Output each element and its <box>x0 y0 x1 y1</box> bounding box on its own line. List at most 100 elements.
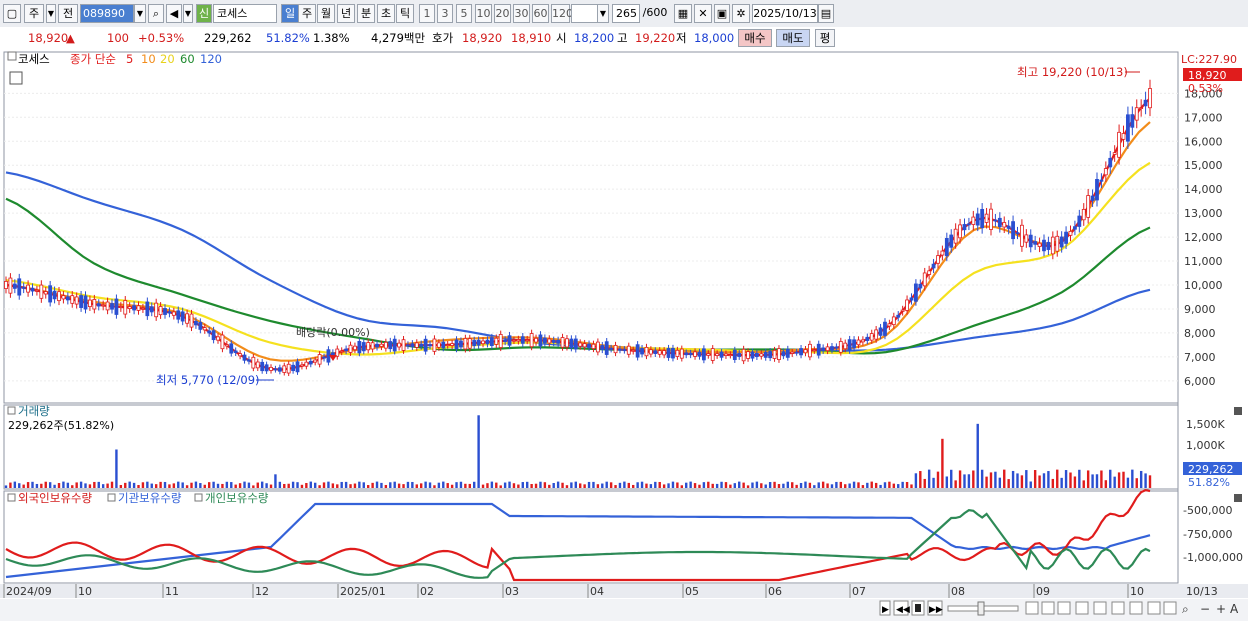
tf-button-4[interactable]: 분 <box>357 4 375 23</box>
interval-button-3[interactable]: 3 <box>437 4 453 23</box>
tf-button-3[interactable]: 년 <box>337 4 355 23</box>
tf-button-5[interactable]: 초 <box>377 4 395 23</box>
chart-settings-icon[interactable]: ▦ <box>674 4 692 23</box>
candle-body <box>609 347 614 350</box>
count-input[interactable]: 265 <box>612 4 640 23</box>
x-axis-label: 02 <box>420 585 434 598</box>
change-pct: +0.53% <box>138 31 185 45</box>
volume-bar <box>389 482 392 488</box>
candle-body <box>931 263 936 269</box>
x-axis-label: 06 <box>768 585 782 598</box>
candle-body <box>869 333 874 341</box>
candle-body <box>194 320 198 326</box>
tf-button-2[interactable]: 월 <box>317 4 335 23</box>
volume-bar <box>44 481 47 488</box>
volume-bar <box>609 482 613 488</box>
period-dropdown-icon[interactable]: ▼ <box>46 4 56 23</box>
table-icon[interactable] <box>9 71 23 85</box>
candle-body <box>43 291 48 295</box>
candle-body <box>1024 234 1029 243</box>
candle-body <box>887 323 892 327</box>
y-tick-label: 15,000 <box>1184 159 1223 172</box>
interval-button-1[interactable]: 1 <box>419 4 435 23</box>
candle-body <box>874 329 879 340</box>
x-axis-end-label: 10/13 <box>1186 585 1218 598</box>
volume-bar <box>1016 473 1019 488</box>
high-label: 고 <box>617 31 628 45</box>
legend-ma60: 60 <box>180 52 195 66</box>
interval-button-120[interactable]: 120 <box>551 4 573 23</box>
interval-button-10[interactable]: 10 <box>475 4 492 23</box>
volume-bar <box>419 483 423 488</box>
candle-body <box>980 208 985 229</box>
volume-bar <box>795 484 798 488</box>
candle-body <box>1130 114 1135 128</box>
volume-bar <box>225 481 229 488</box>
open-price: 18,200 <box>574 31 615 45</box>
calendar-icon[interactable]: ▤ <box>818 4 834 23</box>
candle-body <box>604 341 609 355</box>
search-icon[interactable]: ⌕ <box>148 4 164 23</box>
candle-body <box>295 361 300 373</box>
tf-button-1[interactable]: 주 <box>298 4 316 23</box>
volume-bar <box>141 482 145 488</box>
stock-name-field[interactable]: 코세스 <box>213 4 277 23</box>
zoom-out-icon[interactable]: − <box>1200 602 1210 616</box>
candle-body <box>838 341 843 353</box>
tf-button-0[interactable]: 일 <box>281 4 299 23</box>
candle-body <box>401 339 406 351</box>
candle-body <box>4 281 8 289</box>
volume-bar <box>199 483 202 488</box>
candle-body <box>322 356 326 359</box>
speaker-icon[interactable]: ◀ <box>166 4 182 23</box>
date-input[interactable]: 2025/10/13 <box>752 4 818 23</box>
tf-button-6[interactable]: 틱 <box>396 4 414 23</box>
chart-area[interactable]: 6,000 7,000 8,000 9,000 10,000 11,000 12,000 13… <box>0 49 1248 621</box>
volume-bar <box>596 484 600 488</box>
volume-ratio: 51.82% <box>266 31 310 45</box>
zoom-in-icon[interactable]: + <box>1216 602 1226 616</box>
volume-bar <box>680 485 683 488</box>
volume-bar <box>31 481 34 488</box>
candle-body <box>308 360 313 365</box>
candle-body <box>953 228 958 244</box>
name-button[interactable]: 전 <box>58 4 78 23</box>
interval-dropdown-icon[interactable]: ▼ <box>597 4 609 23</box>
volume-pane-icon[interactable] <box>7 406 16 415</box>
save-icon[interactable]: ▣ <box>714 4 730 23</box>
zoom-slider-thumb[interactable] <box>977 601 985 616</box>
speaker-dropdown-icon[interactable]: ▼ <box>183 4 193 23</box>
zoom-search-icon[interactable]: ⌕ <box>1182 602 1189 616</box>
crosshair-icon[interactable]: ✕ <box>694 4 712 23</box>
dividend-annotation: 배당락(0.00%) <box>296 326 370 339</box>
interval-button-60[interactable]: 60 <box>532 4 549 23</box>
interval-button-30[interactable]: 30 <box>513 4 530 23</box>
volume-bar <box>561 482 564 488</box>
font-size-icon[interactable]: A <box>1230 602 1239 616</box>
volume-bar <box>698 484 701 488</box>
period-select[interactable]: 주 <box>24 4 44 23</box>
candle-body <box>114 298 119 315</box>
evaluate-button[interactable]: 평 <box>815 29 835 47</box>
buy-button[interactable]: 매수 <box>738 29 772 47</box>
sell-button[interactable]: 매도 <box>776 29 810 47</box>
gear-icon[interactable]: ✲ <box>732 4 750 23</box>
volume-bar <box>93 481 96 488</box>
volume-bar <box>1082 480 1085 488</box>
drawing-tools[interactable] <box>1025 601 1177 615</box>
volume-bar <box>455 482 458 488</box>
code-input[interactable]: 089890 <box>80 4 134 23</box>
code-dropdown-icon[interactable]: ▼ <box>134 4 146 23</box>
holdings-pane-icon[interactable] <box>7 493 16 502</box>
candle-body <box>282 365 287 373</box>
interval-button-20[interactable]: 20 <box>494 4 511 23</box>
volume-bar <box>402 484 405 488</box>
holdings-close-icon[interactable] <box>1234 494 1242 502</box>
window-icon[interactable]: ▢ <box>3 4 21 23</box>
interval-button-5[interactable]: 5 <box>456 4 472 23</box>
candle-body <box>1112 152 1117 155</box>
volume-close-icon[interactable] <box>1234 407 1242 415</box>
candle-body <box>1028 234 1033 248</box>
pane-icon[interactable] <box>7 51 17 61</box>
candle-body <box>1006 225 1011 229</box>
